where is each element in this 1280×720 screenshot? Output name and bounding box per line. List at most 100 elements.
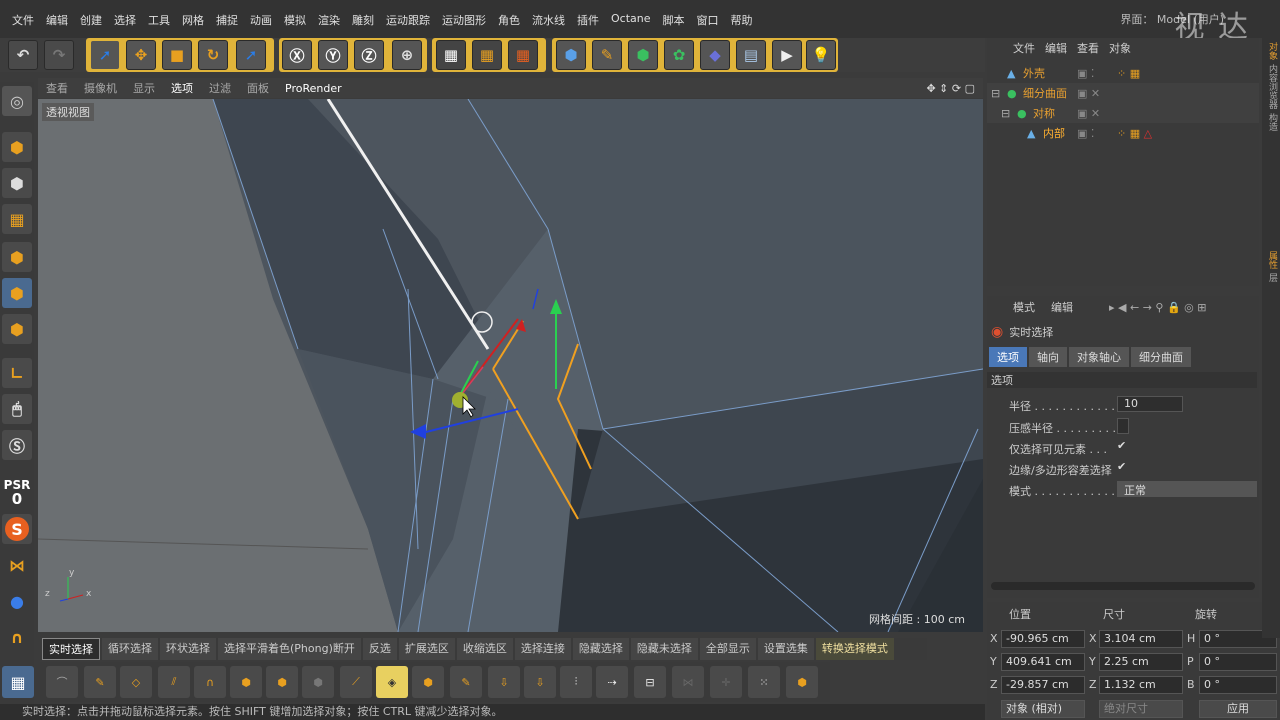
attr-menu-edit[interactable]: 编辑 bbox=[1051, 299, 1073, 315]
size-mode-dropdown[interactable]: 绝对尺寸 bbox=[1099, 700, 1183, 718]
make-editable-icon[interactable]: ◎ bbox=[2, 86, 32, 116]
object-row[interactable]: ▲ 外壳 ▣ ⁚ ⁘ ▦ bbox=[987, 63, 1259, 83]
sew-icon[interactable]: ⇩ bbox=[524, 666, 556, 698]
optimize-icon[interactable]: ⬢ bbox=[786, 666, 818, 698]
invert-selection-button[interactable]: 反选 bbox=[362, 638, 397, 660]
menu-render[interactable]: 渲染 bbox=[312, 12, 346, 28]
y-axis-icon[interactable]: Ⓨ bbox=[318, 40, 348, 70]
menu-sculpt[interactable]: 雕刻 bbox=[346, 12, 380, 28]
dissolve-icon[interactable]: ✛ bbox=[710, 666, 742, 698]
convert-selection-button[interactable]: 转换选择模式 bbox=[815, 638, 894, 660]
vp-menu-options[interactable]: 选项 bbox=[163, 80, 201, 96]
cloner-icon[interactable]: ✿ bbox=[664, 40, 694, 70]
subdivision-icon[interactable]: ⬢ bbox=[628, 40, 658, 70]
apply-button[interactable]: 应用 bbox=[1199, 700, 1277, 718]
light-icon[interactable]: 💡 bbox=[806, 40, 836, 70]
model-mode-icon[interactable]: ⬢ bbox=[2, 132, 32, 162]
select-connected-button[interactable]: 选择连接 bbox=[514, 638, 571, 660]
loop-selection-button[interactable]: 循环选择 bbox=[102, 638, 158, 660]
attr-nav-icons[interactable]: ▸ ◀ ← → ⚲ 🔒 ◎ ⊞ bbox=[1109, 301, 1206, 314]
x-axis-icon[interactable]: Ⓧ bbox=[282, 40, 312, 70]
visibility-dots-icon[interactable]: ▣ ⁚ bbox=[1077, 67, 1094, 80]
axis-mode-icon[interactable]: ∟ bbox=[2, 358, 32, 388]
floor-icon[interactable]: ▤ bbox=[736, 40, 766, 70]
tweak-mode-icon[interactable]: 🖱 bbox=[2, 394, 32, 424]
tab-options[interactable]: 选项 bbox=[989, 347, 1027, 367]
redo-icon[interactable]: ↷ bbox=[44, 40, 74, 70]
menu-character[interactable]: 角色 bbox=[492, 12, 526, 28]
set-selection-button[interactable]: 设置选集 bbox=[757, 638, 814, 660]
polygons-mode-icon[interactable]: ⬢ bbox=[2, 314, 32, 344]
render-picture-icon[interactable]: ▦ bbox=[472, 40, 502, 70]
object-row[interactable]: ⊟ ● 细分曲面 ▣ ✕ bbox=[987, 83, 1259, 103]
move-icon[interactable]: ✥ bbox=[126, 40, 156, 70]
side-tab-content-browser[interactable]: 内容浏览器 bbox=[1263, 64, 1279, 109]
tab-subdivision[interactable]: 细分曲面 bbox=[1131, 347, 1191, 367]
pen-icon[interactable]: ✎ bbox=[592, 40, 622, 70]
z-axis-icon[interactable]: Ⓩ bbox=[354, 40, 384, 70]
om-menu-file[interactable]: 文件 bbox=[1013, 40, 1035, 56]
vp-menu-filter[interactable]: 过滤 bbox=[201, 80, 239, 96]
snap-icon[interactable]: Ⓢ bbox=[2, 430, 32, 460]
vp-menu-view[interactable]: 查看 bbox=[38, 80, 76, 96]
menu-mesh[interactable]: 网格 bbox=[176, 12, 210, 28]
menu-plugins[interactable]: 插件 bbox=[571, 12, 605, 28]
menu-snap[interactable]: 捕捉 bbox=[210, 12, 244, 28]
rotate-icon[interactable]: ↻ bbox=[198, 40, 228, 70]
menu-simulate[interactable]: 模拟 bbox=[278, 12, 312, 28]
shrink-selection-button[interactable]: 收缩选区 bbox=[456, 638, 513, 660]
weld-icon[interactable]: ✎ bbox=[450, 666, 482, 698]
horizontal-scrollbar[interactable] bbox=[991, 582, 1255, 590]
scripts-icon[interactable]: S bbox=[2, 514, 32, 544]
size-y-field[interactable]: 2.25 cm bbox=[1099, 653, 1183, 671]
tab-axis[interactable]: 轴向 bbox=[1029, 347, 1067, 367]
unhide-all-button[interactable]: 全部显示 bbox=[699, 638, 756, 660]
menu-octane[interactable]: Octane bbox=[605, 12, 657, 28]
visibility-dots-icon[interactable]: ▣ ✕ bbox=[1077, 87, 1100, 100]
viewport-nav-icons[interactable]: ✥ ⇕ ⟳ ▢ bbox=[918, 82, 983, 95]
hide-unselected-button[interactable]: 隐藏未选择 bbox=[630, 638, 698, 660]
undo-icon[interactable]: ↶ bbox=[8, 40, 38, 70]
tags-icon[interactable]: ⁘ ▦ △ bbox=[1117, 127, 1152, 140]
menu-script[interactable]: 脚本 bbox=[657, 12, 691, 28]
magnet-icon[interactable]: ∩ bbox=[2, 622, 32, 652]
line-cut-icon[interactable]: ⌒ bbox=[46, 666, 78, 698]
snapping-grid-icon[interactable]: ▦ bbox=[2, 666, 34, 698]
set-point-value-icon[interactable]: ⁙ bbox=[748, 666, 780, 698]
brush-icon[interactable]: ⫽ bbox=[158, 666, 190, 698]
attr-menu-mode[interactable]: 模式 bbox=[1013, 299, 1035, 315]
menu-create[interactable]: 创建 bbox=[74, 12, 108, 28]
grow-selection-button[interactable]: 扩展选区 bbox=[398, 638, 455, 660]
menu-animate[interactable]: 动画 bbox=[244, 12, 278, 28]
vp-menu-display[interactable]: 显示 bbox=[125, 80, 163, 96]
vp-menu-panel[interactable]: 面板 bbox=[239, 80, 277, 96]
size-x-field[interactable]: 3.104 cm bbox=[1099, 630, 1183, 648]
normals-icon[interactable]: ⇢ bbox=[596, 666, 628, 698]
side-tab-structure[interactable]: 构造 bbox=[1263, 113, 1279, 131]
menu-motion-tracker[interactable]: 运动跟踪 bbox=[380, 12, 436, 28]
points-mode-icon[interactable]: ⬢ bbox=[2, 242, 32, 272]
menu-help[interactable]: 帮助 bbox=[725, 12, 759, 28]
vp-menu-cameras[interactable]: 摄像机 bbox=[76, 80, 125, 96]
edges-mode-icon[interactable]: ⬢ bbox=[2, 278, 32, 308]
position-z-field[interactable]: -29.857 cm bbox=[1001, 676, 1085, 694]
object-row[interactable]: ▲ 内部 ▣ ⁚ ⁘ ▦ △ bbox=[987, 123, 1259, 143]
om-menu-objects[interactable]: 对象 bbox=[1109, 40, 1131, 56]
ring-selection-button[interactable]: 环状选择 bbox=[160, 638, 216, 660]
align-icon[interactable]: ⫶ bbox=[560, 666, 592, 698]
scale-icon[interactable]: ■ bbox=[162, 40, 192, 70]
matrix-extrude-icon[interactable]: ⬢ bbox=[302, 666, 334, 698]
bridge-icon[interactable]: ⬢ bbox=[412, 666, 444, 698]
tree-collapse-icon[interactable]: ⊟ bbox=[1001, 107, 1010, 120]
cube-icon[interactable]: ⬢ bbox=[556, 40, 586, 70]
mirror-icon[interactable]: ⊟ bbox=[634, 666, 666, 698]
tolerant-select-checkbox[interactable]: ✔ bbox=[1117, 460, 1126, 473]
mode-dropdown[interactable]: 正常 bbox=[1117, 481, 1257, 497]
visible-only-checkbox[interactable]: ✔ bbox=[1117, 439, 1126, 452]
workplane-icon[interactable]: ▦ bbox=[2, 204, 32, 234]
visibility-dots-icon[interactable]: ▣ ✕ bbox=[1077, 107, 1100, 120]
stitch-icon[interactable]: ⇩ bbox=[488, 666, 520, 698]
knife-icon[interactable]: ◇ bbox=[120, 666, 152, 698]
om-menu-edit[interactable]: 编辑 bbox=[1045, 40, 1067, 56]
object-row[interactable]: ⊟ ● 对称 ▣ ✕ bbox=[987, 103, 1259, 123]
